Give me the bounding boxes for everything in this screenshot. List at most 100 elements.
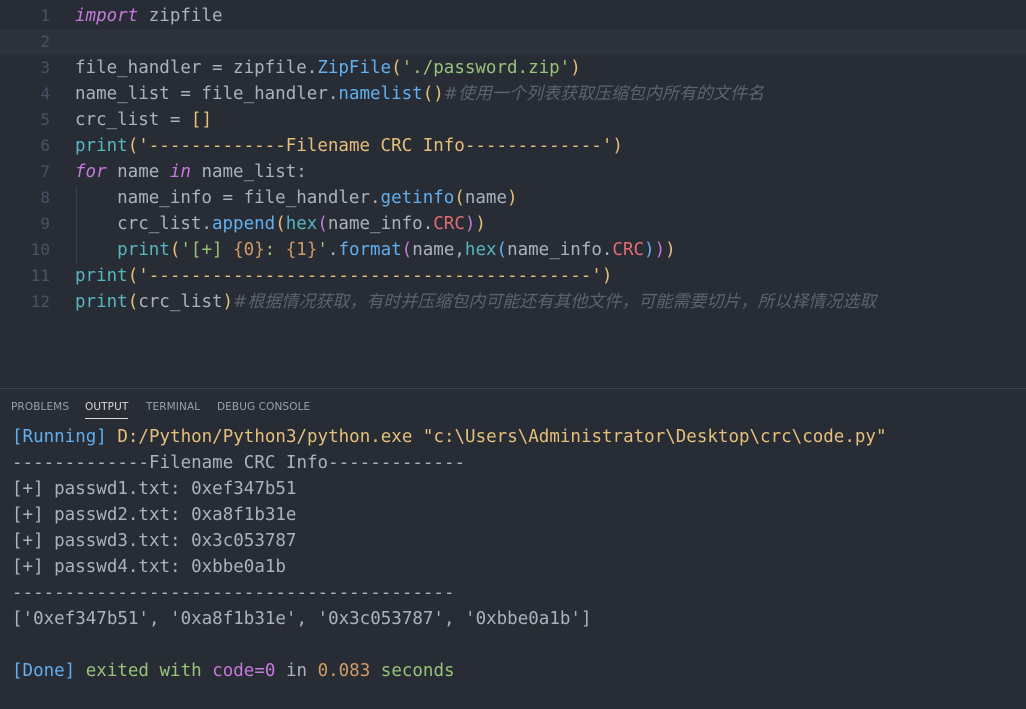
code-text[interactable]: crc_list = [] bbox=[75, 107, 212, 133]
code-line[interactable]: 4 name_list = file_handler.namelist()#使用一… bbox=[0, 81, 1026, 107]
code-token: file_handler = zipfile. bbox=[75, 58, 318, 78]
code-token: append bbox=[211, 214, 276, 234]
code-line[interactable]: 7 for name in name_list: bbox=[0, 159, 1026, 185]
code-token: : bbox=[264, 240, 286, 260]
code-line[interactable]: 2 bbox=[0, 29, 1026, 55]
code-token: ( bbox=[169, 240, 181, 260]
line-number: 3 bbox=[40, 58, 50, 77]
line-number: 12 bbox=[30, 292, 50, 311]
code-text[interactable]: print(crc_list)#根据情况获取，有时并压缩包内可能还有其他文件，可… bbox=[75, 289, 876, 315]
code-token: ( bbox=[454, 188, 465, 208]
code-text[interactable]: print('---------------------------------… bbox=[75, 263, 612, 289]
code-token: ) bbox=[612, 136, 623, 156]
code-token: {1} bbox=[285, 240, 318, 260]
code-token: name_info. bbox=[507, 240, 613, 260]
output-footer: ----------------------------------------… bbox=[12, 583, 455, 603]
code-token: name_list = file_handler. bbox=[75, 84, 339, 104]
code-token: ( bbox=[275, 214, 286, 234]
code-token: name, bbox=[412, 240, 465, 260]
tab-problems[interactable]: PROBLEMS bbox=[11, 401, 69, 413]
code-text[interactable]: name_list = file_handler.namelist()#使用一个… bbox=[75, 81, 764, 107]
output-entry: [+] passwd4.txt: 0xbbe0a1b bbox=[12, 557, 286, 577]
code-token: format bbox=[338, 240, 402, 260]
output-entry: [+] passwd1.txt: 0xef347b51 bbox=[12, 479, 297, 499]
code-token: ( bbox=[496, 240, 508, 260]
code-token: . bbox=[327, 240, 339, 260]
code-token: ) bbox=[507, 188, 518, 208]
code-comment: #使用一个列表获取压缩包内所有的文件名 bbox=[443, 84, 765, 104]
code-token: crc_list. bbox=[75, 214, 212, 234]
code-token: name_list: bbox=[190, 162, 307, 182]
done-seconds-text: seconds bbox=[370, 661, 455, 681]
code-token: print bbox=[75, 292, 128, 312]
code-line[interactable]: 8 name_info = file_handler.getinfo(name) bbox=[0, 185, 1026, 211]
code-token: ( bbox=[401, 240, 413, 260]
done-exited-text: exited with bbox=[75, 661, 213, 681]
code-line[interactable]: 11 print('-------------------------------… bbox=[0, 263, 1026, 289]
code-text[interactable]: name_info = file_handler.getinfo(name) bbox=[75, 185, 518, 211]
code-text[interactable]: file_handler = zipfile.ZipFile('./passwo… bbox=[75, 55, 581, 81]
code-token: ) bbox=[222, 292, 234, 312]
code-token: ) bbox=[665, 240, 676, 260]
code-line[interactable]: 10 print('[+] {0}: {1}'.format(name,hex(… bbox=[0, 237, 1026, 263]
panel-tabs: PROBLEMS OUTPUT TERMINAL DEBUG CONSOLE bbox=[0, 389, 1026, 427]
code-token: CRC bbox=[433, 214, 465, 234]
output-crc-list: ['0xef347b51', '0xa8f1b31e', '0x3c053787… bbox=[12, 609, 592, 629]
code-token: '[+] bbox=[180, 240, 234, 260]
code-line[interactable]: 1 import zipfile bbox=[0, 3, 1026, 29]
code-token: ) bbox=[464, 214, 476, 234]
code-token: ( bbox=[317, 214, 328, 234]
code-token: ) bbox=[654, 240, 666, 260]
line-number: 2 bbox=[40, 32, 50, 51]
code-token: () bbox=[422, 84, 444, 104]
code-line[interactable]: 5 crc_list = [] bbox=[0, 107, 1026, 133]
code-token: name_info. bbox=[327, 214, 434, 234]
code-line[interactable]: 12 print(crc_list)#根据情况获取，有时并压缩包内可能还有其他文件… bbox=[0, 289, 1026, 315]
code-token: CRC bbox=[612, 240, 645, 260]
code-token: '-------------Filename CRC Info---------… bbox=[138, 136, 613, 156]
bottom-panel: PROBLEMS OUTPUT TERMINAL DEBUG CONSOLE [… bbox=[0, 388, 1026, 709]
code-token: zipfile bbox=[138, 6, 223, 26]
output-header: -------------Filename CRC Info----------… bbox=[12, 453, 466, 473]
code-token: hex bbox=[464, 240, 497, 260]
code-token: {0} bbox=[233, 240, 265, 260]
done-time: 0.083 bbox=[317, 661, 371, 681]
tab-debug-console[interactable]: DEBUG CONSOLE bbox=[217, 401, 310, 413]
code-token: namelist bbox=[338, 84, 423, 104]
line-number: 9 bbox=[40, 214, 50, 233]
line-number: 6 bbox=[40, 136, 50, 155]
done-tag: [Done] bbox=[12, 661, 76, 681]
done-in-text: in bbox=[275, 661, 318, 681]
code-line[interactable]: 6 print('-------------Filename CRC Info--… bbox=[0, 133, 1026, 159]
output-entry: [+] passwd2.txt: 0xa8f1b31e bbox=[12, 505, 297, 525]
code-token: in bbox=[169, 162, 191, 182]
code-line[interactable]: 3 file_handler = zipfile.ZipFile('./passw… bbox=[0, 55, 1026, 81]
code-token: for bbox=[75, 162, 107, 182]
code-token: ( bbox=[127, 266, 139, 286]
running-tag: [Running] bbox=[12, 427, 107, 447]
code-token: './password.zip' bbox=[401, 58, 571, 78]
tab-terminal[interactable]: TERMINAL bbox=[146, 401, 200, 413]
code-token: ZipFile bbox=[317, 58, 392, 78]
code-token: ' bbox=[317, 240, 328, 260]
code-text[interactable]: print('-------------Filename CRC Info---… bbox=[75, 133, 623, 159]
code-token: ( bbox=[127, 136, 139, 156]
code-text[interactable]: crc_list.append(hex(name_info.CRC)) bbox=[75, 211, 486, 237]
code-token: '---------------------------------------… bbox=[138, 266, 602, 286]
code-token: ) bbox=[601, 266, 613, 286]
code-editor[interactable]: 1 import zipfile 2 3 file_handler = zipfile.… bbox=[0, 0, 1026, 388]
code-text[interactable]: print('[+] {0}: {1}'.format(name,hex(nam… bbox=[75, 237, 676, 263]
code-text[interactable]: import zipfile bbox=[75, 3, 223, 29]
done-exit-code: code=0 bbox=[212, 661, 276, 681]
code-token: hex bbox=[285, 214, 318, 234]
code-line[interactable]: 9 crc_list.append(hex(name_info.CRC)) bbox=[0, 211, 1026, 237]
line-number: 8 bbox=[40, 188, 50, 207]
code-token: getinfo bbox=[380, 188, 455, 208]
code-token: print bbox=[75, 266, 128, 286]
output-running-line: [Running] D:/Python/Python3/python.exe "… bbox=[12, 424, 886, 450]
code-text[interactable]: for name in name_list: bbox=[75, 159, 307, 185]
code-token: import bbox=[75, 6, 139, 26]
code-token: ) bbox=[475, 214, 486, 234]
line-number: 7 bbox=[40, 162, 50, 181]
tab-output[interactable]: OUTPUT bbox=[85, 401, 129, 419]
